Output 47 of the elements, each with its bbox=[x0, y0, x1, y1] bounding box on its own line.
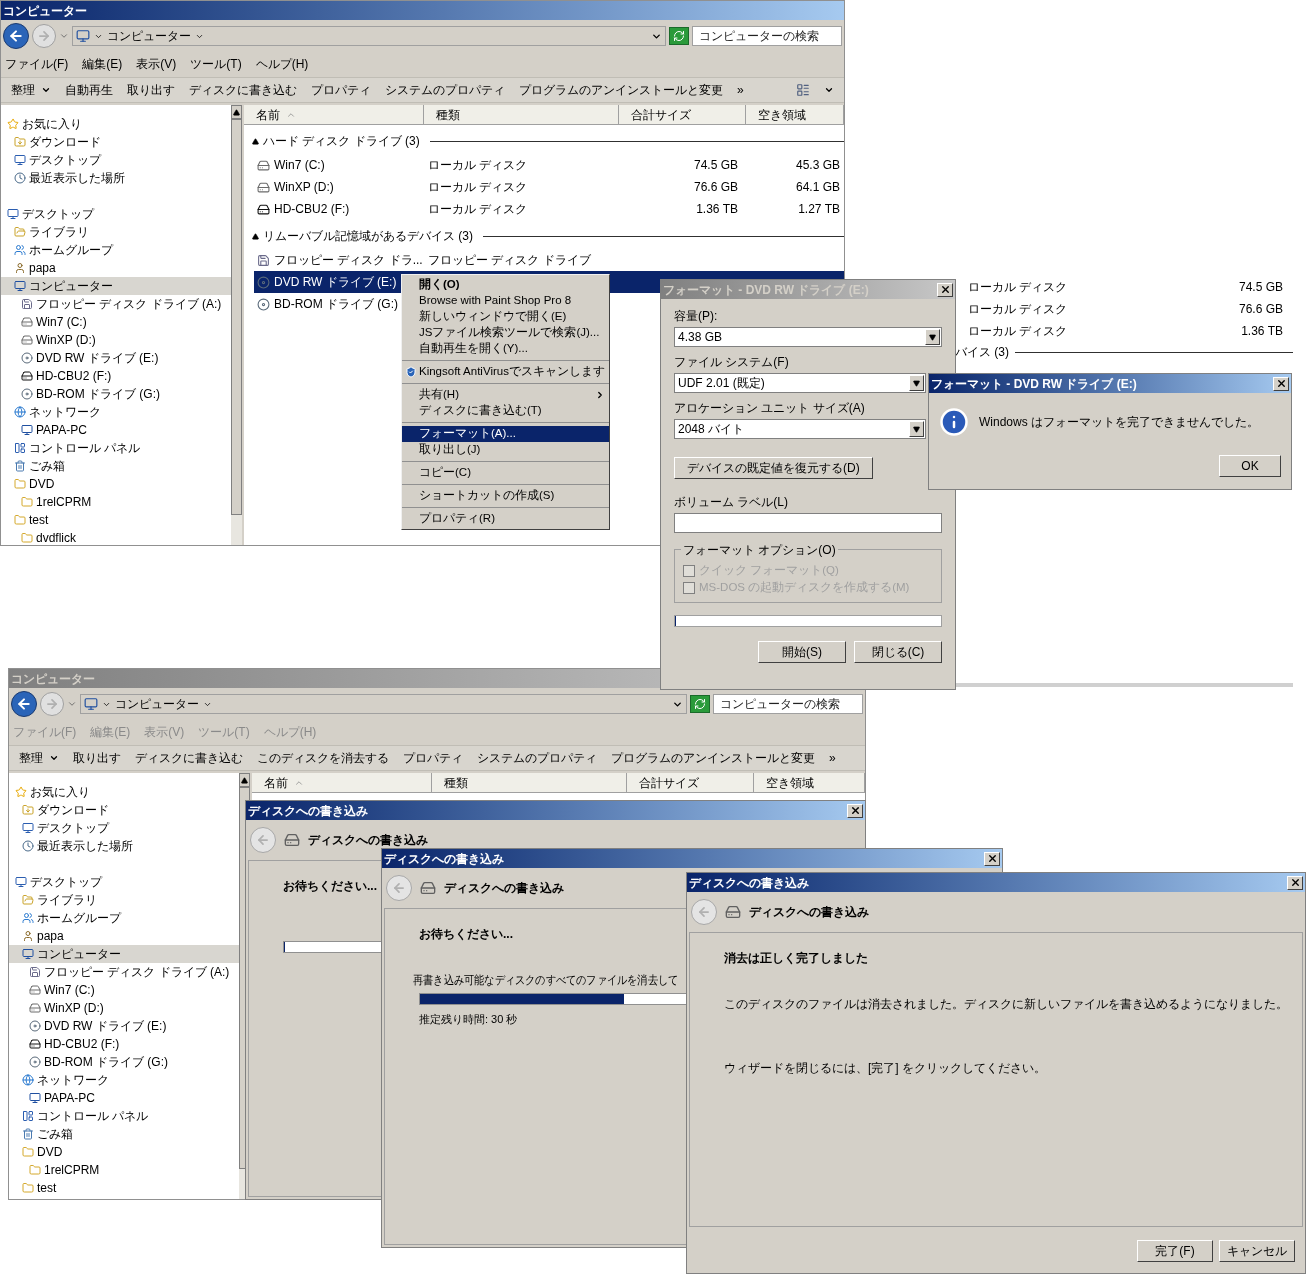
wizard-heading: お待ちください... bbox=[283, 878, 377, 895]
wizard-text: 再書き込み可能なディスクのすべてのファイルを消去して bbox=[413, 972, 679, 989]
group-header: バイス (3) bbox=[955, 344, 1009, 361]
table-cell: ローカル ディスク bbox=[428, 202, 528, 216]
table-cell-text: WinXP (D:) bbox=[274, 179, 334, 196]
table-cell: 76.6 GB bbox=[693, 180, 738, 194]
window-title: ディスクへの書き込み bbox=[384, 850, 504, 868]
table-cell-text: 74.5 GB bbox=[1238, 279, 1284, 296]
table-cell-text: ローカル ディスク bbox=[967, 323, 1068, 340]
table-cell-text: BD-ROM ドライブ (G:) bbox=[274, 296, 398, 313]
table-cell: 1.27 TB bbox=[798, 202, 840, 216]
window-title: ディスクへの書き込み bbox=[689, 874, 809, 892]
message-text: Windows はフォーマットを完了できませんでした。 bbox=[979, 414, 1259, 431]
field-label: ボリューム ラベル(L) bbox=[674, 494, 789, 511]
window-title: コンピューター bbox=[3, 2, 87, 20]
window-title: ディスクへの書き込み bbox=[248, 802, 368, 820]
table-cell-text: 1.36 TB bbox=[1241, 323, 1284, 340]
time-remaining: 推定残り時間: 30 秒 bbox=[419, 1012, 518, 1027]
window-title: フォーマット - DVD RW ドライブ (E:) bbox=[931, 375, 1137, 393]
wizard-header: ディスクへの書き込み bbox=[749, 904, 869, 921]
wizard-header: ディスクへの書き込み bbox=[308, 832, 428, 849]
table-cell: 74.5 GB bbox=[693, 158, 738, 172]
table-cell-text: Win7 (C:) bbox=[274, 157, 325, 174]
wizard-heading: お待ちください... bbox=[419, 926, 513, 943]
table-cell: フロッピー ディスク ドライブ bbox=[428, 253, 591, 267]
table-cell-text: ローカル ディスク bbox=[967, 279, 1068, 296]
field-label: アロケーション ユニット サイズ(A) bbox=[674, 400, 866, 417]
window-title: コンピューター bbox=[11, 670, 95, 688]
table-cell: 45.3 GB bbox=[795, 158, 840, 172]
table-cell-text: ローカル ディスク bbox=[967, 301, 1068, 318]
table-cell: ローカル ディスク bbox=[428, 158, 528, 172]
table-cell: 1.36 TB bbox=[696, 202, 738, 216]
wizard-text: このディスクのファイルは消去されました。ディスクに新しいファイルを書き込めるようになりました。 bbox=[724, 996, 1288, 1013]
group-header: リムーバブル記憶域があるデバイス (3) bbox=[263, 228, 473, 245]
wizard-heading: 消去は正しく完了しました bbox=[724, 950, 868, 967]
wizard-header: ディスクへの書き込み bbox=[444, 880, 564, 897]
table-cell-text: DVD RW ドライブ (E:) bbox=[274, 274, 397, 291]
table-cell-text: 76.6 GB bbox=[1238, 301, 1284, 318]
wizard-text: ウィザードを閉じるには、[完了] をクリックしてください。 bbox=[724, 1060, 1046, 1077]
field-label: ファイル システム(F) bbox=[674, 354, 790, 371]
field-label: 容量(P): bbox=[674, 308, 719, 325]
table-cell: ローカル ディスク bbox=[428, 180, 528, 194]
table-cell: 64.1 GB bbox=[795, 180, 840, 194]
group-label: フォーマット オプション(O) bbox=[681, 541, 838, 559]
group-header: ハード ディスク ドライブ (3) bbox=[263, 133, 420, 150]
table-cell-text: フロッピー ディスク ドラ... bbox=[274, 252, 423, 269]
table-cell-text: HD-CBU2 (F:) bbox=[274, 201, 350, 218]
